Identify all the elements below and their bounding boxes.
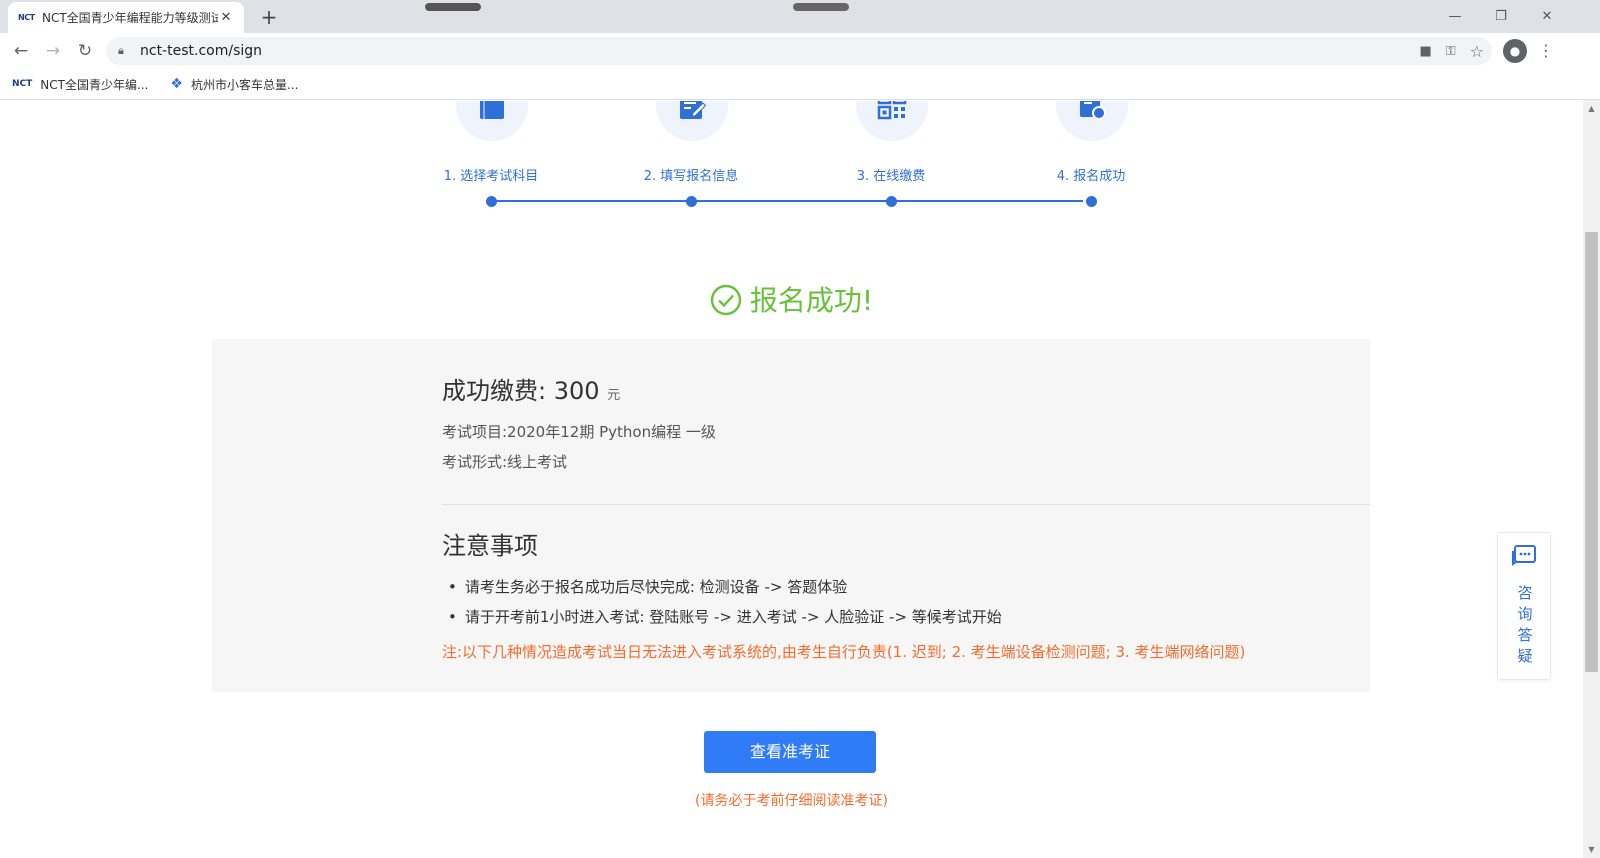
notice-warning: 注:以下几种情况造成考试当日无法进入考试系统的,由考生自行负责(1. 迟到; 2… [442,643,1246,661]
payment-label: 成功缴费: [442,377,547,405]
url-text[interactable]: nct-test.com/sign [140,43,262,59]
doc-check-icon [1080,101,1106,120]
back-arrow-icon[interactable]: ← [5,35,37,67]
payment-summary: 成功缴费: 300 元 [442,371,620,406]
consult-qa-button[interactable]: 咨询答疑 [1497,532,1551,680]
restore-window-icon[interactable]: ❐ [1478,4,1524,30]
step-label: 4. 报名成功 [1056,169,1126,184]
bookmarks-bar: NCT NCT全国青少年编... ❖ 杭州市小客车总量... [0,69,1600,100]
payment-unit: 元 [607,388,621,403]
browser-toolbar: ← → ↻ 🔒︎ nct-test.com/sign ■ ⚿ ☆ ● ⋮ [0,33,1600,69]
profile-avatar-icon[interactable]: ● [1503,39,1527,63]
nct-favicon-icon: NCT [18,13,35,22]
exam-form: 考试形式:线上考试 [442,453,568,471]
page-content: 1. 选择考试科目 2. 填写报名信息 3. 在线缴费 4. 报名成功 报名成功… [0,101,1583,858]
notice-item: 请考生务必于报名成功后尽快完成: 检测设备 -> 答题体验 [448,576,847,597]
browser-menu-icon[interactable]: ⋮ [1534,33,1558,69]
success-message: 报名成功! [0,279,1583,323]
bookmark-label: 杭州市小客车总量... [190,77,299,92]
bookmark-label: NCT全国青少年编... [40,77,149,92]
admission-ticket-note: (请务必于考前仔细阅读准考证) [695,793,888,809]
lock-icon: 🔒︎ [118,44,124,57]
bookmark-item-nct[interactable]: NCT NCT全国青少年编... [12,76,148,93]
payment-amount: 300 [553,377,600,405]
key-icon[interactable]: ⚿ [1446,44,1456,59]
step-progress-line [491,200,1083,202]
overlay-progress-pill [793,3,849,11]
step-dot-4 [1086,196,1097,207]
step-label: 2. 填写报名信息 [643,169,739,184]
tab-title: NCT全国青少年编程能力等级测试 [42,11,218,25]
browser-tab-bar: NCT NCT全国青少年编程能力等级测试 ✕ + — ❐ ✕ [0,0,1600,33]
exam-item: 考试项目:2020年12期 Python编程 一级 [442,423,716,441]
notice-item: 请于开考前1小时进入考试: 登陆账号 -> 进入考试 -> 人脸验证 -> 等候… [448,606,1002,627]
registration-info-panel: 成功缴费: 300 元 考试项目:2020年12期 Python编程 一级 考试… [212,339,1370,692]
notice-title: 注意事项 [442,532,538,560]
reload-icon[interactable]: ↻ [69,35,101,67]
qr-code-icon [877,101,907,120]
close-tab-icon[interactable]: ✕ [218,10,234,25]
bookmark-item-hangzhou[interactable]: ❖ 杭州市小客车总量... [170,76,298,93]
step-circle [856,101,928,141]
camera-icon[interactable]: ■ [1419,44,1431,59]
check-circle-icon [710,284,742,323]
step-dot-1 [486,196,497,207]
chat-bubble-icon [1512,545,1536,566]
scroll-up-arrow-icon[interactable]: ▲ [1583,100,1600,117]
scrollbar-thumb[interactable] [1585,232,1598,672]
address-bar[interactable]: 🔒︎ nct-test.com/sign ■ ⚿ ☆ [106,37,1492,65]
step-circle [656,101,728,141]
edit-form-icon [680,101,707,119]
bookmark-star-icon[interactable]: ☆ [1470,42,1484,61]
step-circle [1056,101,1128,141]
browser-tab[interactable]: NCT NCT全国青少年编程能力等级测试 ✕ [8,2,244,33]
nct-bookmark-icon: NCT [12,79,33,89]
step-label: 1. 选择考试科目 [443,169,539,184]
forward-arrow-icon[interactable]: → [37,35,69,67]
step-dot-2 [686,196,697,207]
consult-label: 咨询答疑 [1517,584,1533,665]
overlay-slider-handle[interactable] [425,3,481,11]
success-title: 报名成功! [749,284,874,317]
close-window-icon[interactable]: ✕ [1524,4,1570,30]
scroll-down-arrow-icon[interactable]: ▼ [1583,841,1600,858]
hangzhou-bookmark-icon: ❖ [170,76,183,92]
step-label: 3. 在线缴费 [856,169,926,184]
panel-divider [442,504,1370,505]
step-dot-3 [886,196,897,207]
view-admission-ticket-button[interactable]: 查看准考证 [704,731,876,773]
new-tab-button[interactable]: + [256,4,282,30]
book-icon [480,101,504,119]
minimize-window-icon[interactable]: — [1432,4,1478,30]
step-circle [456,101,528,141]
